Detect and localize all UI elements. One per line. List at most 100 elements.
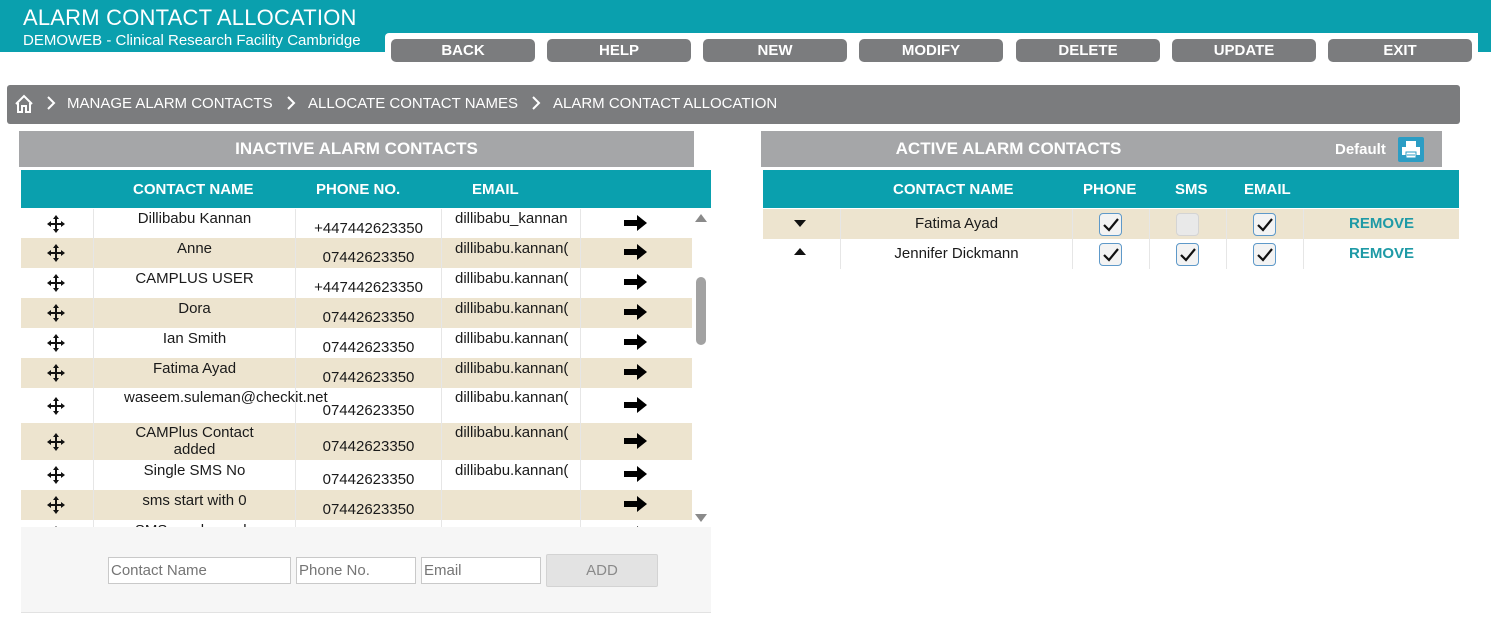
move-to-active-button[interactable] [621,460,651,490]
breadcrumb-allocate-contact-names[interactable]: ALLOCATE CONTACT NAMES [308,95,518,112]
arrow-right-icon[interactable] [623,464,649,484]
drag-handle[interactable] [21,358,93,388]
add-button[interactable]: ADD [546,554,658,587]
table-row[interactable]: waseem.suleman@checkit.net 07442623350 dil… [21,388,692,423]
arrow-right-icon[interactable] [623,213,649,233]
sort-down-button[interactable] [763,209,840,239]
delete-button[interactable]: DELETE [1016,39,1160,62]
back-button[interactable]: BACK [391,39,535,62]
move-to-active-button[interactable] [621,388,651,423]
table-row[interactable]: Anne 07442623350 dillibabu.kannan( [21,238,692,268]
move-icon[interactable] [46,273,66,293]
printer-icon[interactable] [1398,137,1424,162]
sms-checkbox[interactable] [1176,213,1199,236]
table-row[interactable]: sms start with 0 07442623350 [21,490,692,520]
col-contact-name[interactable]: CONTACT NAME [893,181,1014,198]
scroll-up-icon[interactable] [695,214,707,222]
move-to-active-button[interactable] [621,298,651,328]
email-checkbox[interactable] [1253,243,1276,266]
inactive-contacts-list[interactable]: Dillibabu Kannan +447442623350 dillibabu_k… [21,209,711,527]
arrow-right-icon[interactable] [623,332,649,352]
table-row[interactable]: Dora 07442623350 dillibabu.kannan( [21,298,692,328]
triangle-down-icon[interactable] [794,220,806,227]
scroll-thumb[interactable] [696,277,706,345]
move-to-active-button[interactable] [621,423,651,460]
phone-cell: 07442623350 [295,423,441,460]
email-input[interactable] [421,557,541,584]
table-row[interactable]: Single SMS No 07442623350 dillibabu.kannan… [21,460,692,490]
modify-button[interactable]: MODIFY [859,39,1003,62]
arrow-right-icon[interactable] [623,272,649,292]
table-row[interactable]: Dillibabu Kannan +447442623350 dillibabu_k… [21,209,692,238]
col-contact-name[interactable]: CONTACT NAME [133,181,254,198]
move-icon[interactable] [46,432,66,452]
contact-name-cell: Fatima Ayad [93,358,295,388]
scroll-down-icon[interactable] [695,514,707,522]
phone-checkbox[interactable] [1099,243,1122,266]
sms-checkbox[interactable] [1176,243,1199,266]
move-icon[interactable] [46,243,66,263]
move-to-active-button[interactable] [621,358,651,388]
col-phone-no[interactable]: PHONE NO. [316,181,400,198]
table-row[interactable]: Ian Smith 07442623350 dillibabu.kannan( [21,328,692,358]
arrow-right-icon[interactable] [623,362,649,382]
move-to-active-button[interactable] [621,490,651,520]
move-icon[interactable] [46,495,66,515]
table-row[interactable]: SMS number only [21,520,692,527]
breadcrumb-manage-alarm-contacts[interactable]: MANAGE ALARM CONTACTS [67,95,273,112]
move-icon[interactable] [46,363,66,383]
phone-cell [1072,239,1149,269]
drag-handle[interactable] [21,328,93,358]
drag-handle[interactable] [21,298,93,328]
drag-handle[interactable] [21,209,93,238]
move-to-active-button[interactable] [621,209,651,238]
drag-handle[interactable] [21,423,93,460]
drag-handle[interactable] [21,520,93,527]
move-to-active-button[interactable] [621,520,651,527]
active-grid-header: CONTACT NAME PHONE SMS EMAIL [763,170,1459,208]
drag-handle[interactable] [21,238,93,268]
help-button[interactable]: HELP [547,39,691,62]
table-row[interactable]: Fatima Ayad 07442623350 dillibabu.kannan( [21,358,692,388]
move-icon[interactable] [46,465,66,485]
drag-handle[interactable] [21,388,93,423]
move-icon[interactable] [46,333,66,353]
col-sms[interactable]: SMS [1175,181,1208,198]
drag-handle[interactable] [21,268,93,298]
remove-button[interactable]: REMOVE [1304,239,1459,269]
home-icon[interactable] [13,93,35,115]
arrow-right-icon[interactable] [623,302,649,322]
col-email[interactable]: EMAIL [472,181,519,198]
arrow-right-icon[interactable] [623,494,649,514]
phone-cell: +447442623350 [295,209,441,238]
move-to-active-button[interactable] [621,238,651,268]
sort-up-button[interactable] [763,239,840,269]
drag-handle[interactable] [21,460,93,490]
email-checkbox[interactable] [1253,213,1276,236]
move-to-active-button[interactable] [621,328,651,358]
phone-no-input[interactable] [296,557,416,584]
update-button[interactable]: UPDATE [1172,39,1316,62]
contact-name-cell: SMS number only [93,520,295,527]
move-icon[interactable] [46,214,66,234]
triangle-up-icon[interactable] [794,248,806,255]
contact-name-input[interactable] [108,557,291,584]
move-to-active-button[interactable] [621,268,651,298]
phone-checkbox[interactable] [1099,213,1122,236]
col-phone[interactable]: PHONE [1083,181,1136,198]
move-icon[interactable] [46,396,66,416]
contact-name-cell: CAMPlus Contact added [93,423,295,460]
new-button[interactable]: NEW [703,39,847,62]
arrow-right-icon[interactable] [623,242,649,262]
arrow-right-icon[interactable] [623,431,649,451]
inactive-scrollbar[interactable] [692,209,711,527]
move-icon[interactable] [46,303,66,323]
col-email[interactable]: EMAIL [1244,181,1291,198]
table-row[interactable]: CAMPLUS USER +447442623350 dillibabu.kanna… [21,268,692,298]
remove-button[interactable]: REMOVE [1304,209,1459,239]
exit-button[interactable]: EXIT [1328,39,1472,62]
email-cell [441,520,581,527]
table-row[interactable]: CAMPlus Contact added 07442623350 dillibab… [21,423,692,460]
arrow-right-icon[interactable] [623,395,649,415]
drag-handle[interactable] [21,490,93,520]
